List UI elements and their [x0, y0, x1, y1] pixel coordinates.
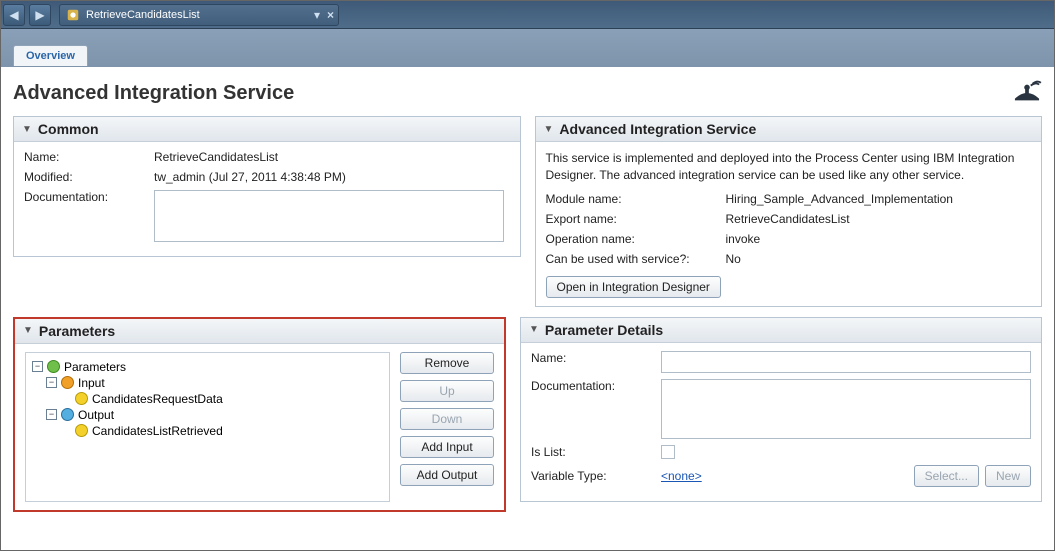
select-type-button[interactable]: Select...: [914, 465, 979, 487]
parameters-icon: [47, 360, 60, 373]
service-icon: [66, 8, 80, 22]
content-area: Advanced Integration Service ▼ Common Nam…: [1, 66, 1054, 528]
pd-islist-label: Is List:: [531, 445, 661, 459]
tree-output[interactable]: Output: [78, 408, 114, 422]
tab-dropdown-icon[interactable]: ▾: [314, 8, 320, 22]
twisty-icon[interactable]: ▼: [22, 124, 32, 135]
add-output-button[interactable]: Add Output: [400, 464, 494, 486]
common-name-label: Name:: [24, 150, 154, 164]
open-integration-designer-button[interactable]: Open in Integration Designer: [546, 276, 721, 298]
section-ais: ▼ Advanced Integration Service This servi…: [535, 116, 1043, 307]
section-parameter-details: ▼Parameter Details Name: Documentation: …: [520, 317, 1042, 502]
tab-close-icon[interactable]: ×: [327, 8, 334, 22]
add-input-button[interactable]: Add Input: [400, 436, 494, 458]
twisty-icon[interactable]: ▼: [23, 325, 33, 336]
tree-expander[interactable]: −: [32, 361, 43, 372]
ais-operation-label: Operation name:: [546, 232, 726, 246]
tab-overview[interactable]: Overview: [13, 45, 88, 66]
common-modified-value: tw_admin (Jul 27, 2011 4:38:48 PM): [154, 170, 510, 184]
common-name-value: RetrieveCandidatesList: [154, 150, 510, 164]
pd-name-label: Name:: [531, 351, 661, 365]
nav-back-button[interactable]: ◀: [3, 4, 25, 26]
editor-tab[interactable]: RetrieveCandidatesList ▾ ×: [59, 4, 339, 26]
common-doc-textarea[interactable]: [154, 190, 504, 242]
titlebar: ◀ ▶ RetrieveCandidatesList ▾ ×: [1, 1, 1054, 29]
tree-expander[interactable]: −: [46, 377, 57, 388]
tree-input[interactable]: Input: [78, 376, 105, 390]
ais-canuse-value: No: [726, 252, 1032, 266]
section-parameters: ▼Parameters −Parameters −Input Candidate…: [13, 317, 506, 512]
pd-vartype-link[interactable]: <none>: [661, 469, 702, 483]
pd-doc-label: Documentation:: [531, 379, 661, 393]
ais-canuse-label: Can be used with service?:: [546, 252, 726, 266]
common-modified-label: Modified:: [24, 170, 154, 184]
tree-input-item[interactable]: CandidatesRequestData: [92, 392, 223, 406]
tree-root[interactable]: Parameters: [64, 360, 126, 374]
section-title-parameter-details: Parameter Details: [545, 322, 663, 338]
section-title-common: Common: [38, 121, 99, 137]
section-common: ▼ Common Name:RetrieveCandidatesList Modi…: [13, 116, 521, 257]
up-button[interactable]: Up: [400, 380, 494, 402]
ais-export-label: Export name:: [546, 212, 726, 226]
remove-button[interactable]: Remove: [400, 352, 494, 374]
bell-icon[interactable]: [1012, 80, 1042, 106]
editor-tab-title: RetrieveCandidatesList: [86, 9, 200, 21]
nav-forward-button[interactable]: ▶: [29, 4, 51, 26]
ais-module-value: Hiring_Sample_Advanced_Implementation: [726, 192, 1032, 206]
tree-expander[interactable]: −: [46, 409, 57, 420]
input-icon: [61, 376, 74, 389]
pd-vartype-label: Variable Type:: [531, 469, 661, 483]
pd-name-input[interactable]: [661, 351, 1031, 373]
tree-output-item[interactable]: CandidatesListRetrieved: [92, 424, 223, 438]
twisty-icon[interactable]: ▼: [544, 124, 554, 135]
new-type-button[interactable]: New: [985, 465, 1031, 487]
page-title: Advanced Integration Service: [13, 82, 294, 105]
parameters-tree[interactable]: −Parameters −Input CandidatesRequestData…: [25, 352, 390, 502]
variable-icon: [75, 424, 88, 437]
ais-module-label: Module name:: [546, 192, 726, 206]
pd-doc-textarea[interactable]: [661, 379, 1031, 439]
twisty-icon[interactable]: ▼: [529, 324, 539, 335]
common-doc-label: Documentation:: [24, 190, 154, 204]
ais-export-value: RetrieveCandidatesList: [726, 212, 1032, 226]
section-title-ais: Advanced Integration Service: [559, 121, 756, 137]
ais-description: This service is implemented and deployed…: [546, 150, 1032, 184]
ais-operation-value: invoke: [726, 232, 1032, 246]
output-icon: [61, 408, 74, 421]
pd-islist-checkbox[interactable]: [661, 445, 675, 459]
section-title-parameters: Parameters: [39, 323, 115, 339]
sub-tabs: Overview: [13, 45, 1054, 66]
down-button[interactable]: Down: [400, 408, 494, 430]
variable-icon: [75, 392, 88, 405]
